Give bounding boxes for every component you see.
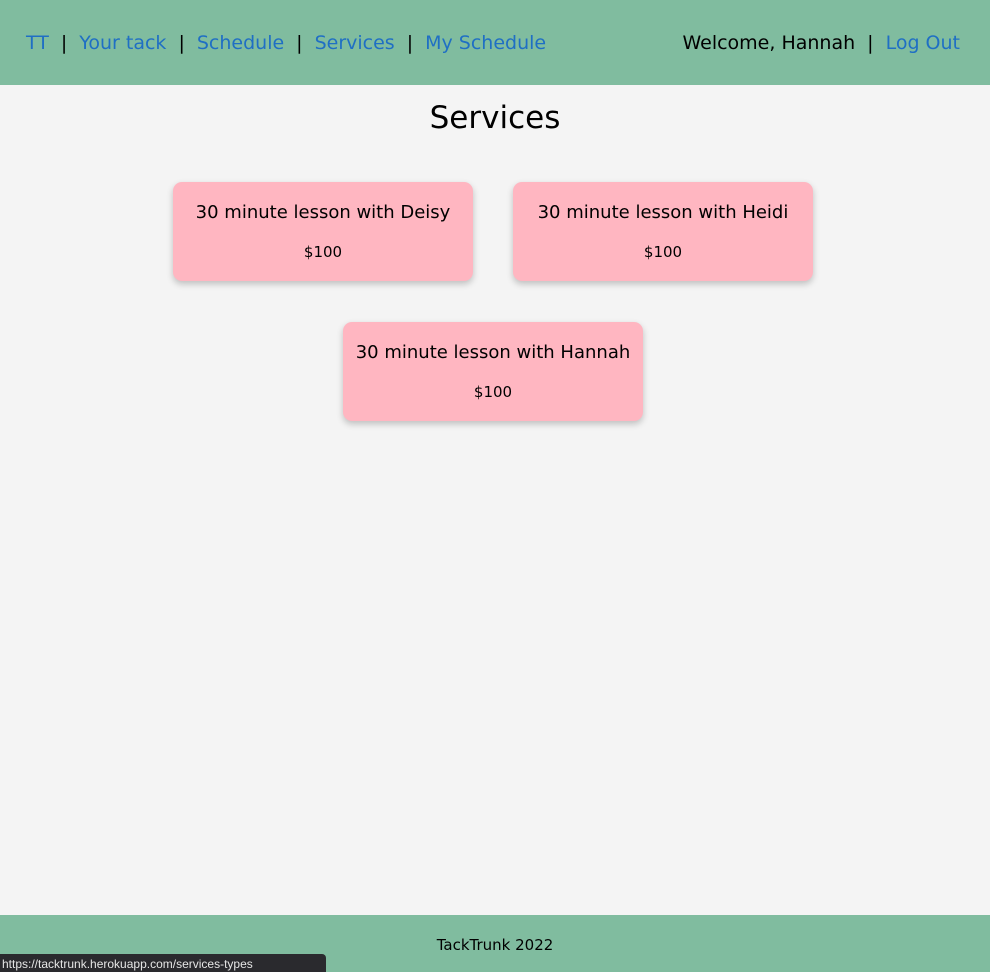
status-url: https://tacktrunk.herokuapp.com/services… — [2, 957, 253, 971]
service-price: $100 — [643, 243, 683, 261]
top-nav-bar: TT | Your tack | Schedule | Services | M… — [0, 0, 990, 85]
welcome-message: Welcome, Hannah — [682, 31, 856, 54]
nav-link-your-tack[interactable]: Your tack — [79, 32, 166, 54]
main-nav: TT | Your tack | Schedule | Services | M… — [26, 32, 546, 54]
footer-text: TackTrunk 2022 — [436, 936, 554, 954]
service-name: 30 minute lesson with Heidi — [537, 202, 789, 223]
browser-status-bar: https://tacktrunk.herokuapp.com/services… — [0, 954, 326, 972]
account-area: Welcome, Hannah | Log Out — [682, 32, 960, 54]
nav-link-home[interactable]: TT — [26, 32, 49, 54]
nav-link-my-schedule[interactable]: My Schedule — [425, 32, 546, 54]
logout-link[interactable]: Log Out — [886, 32, 960, 54]
nav-separator: | — [296, 31, 303, 54]
nav-separator: | — [867, 31, 874, 54]
service-card[interactable]: 30 minute lesson with Deisy $100 — [173, 182, 473, 281]
service-name: 30 minute lesson with Deisy — [195, 202, 451, 223]
nav-link-schedule[interactable]: Schedule — [197, 32, 284, 54]
service-card[interactable]: 30 minute lesson with Hannah $100 — [343, 322, 643, 421]
nav-separator: | — [406, 31, 414, 54]
service-card[interactable]: 30 minute lesson with Heidi $100 — [513, 182, 813, 281]
nav-separator: | — [178, 31, 185, 54]
page-title: Services — [429, 100, 561, 136]
service-name: 30 minute lesson with Hannah — [355, 342, 631, 363]
nav-separator: | — [60, 31, 68, 54]
service-price: $100 — [303, 243, 343, 261]
nav-link-services[interactable]: Services — [315, 32, 395, 54]
service-price: $100 — [473, 383, 513, 401]
